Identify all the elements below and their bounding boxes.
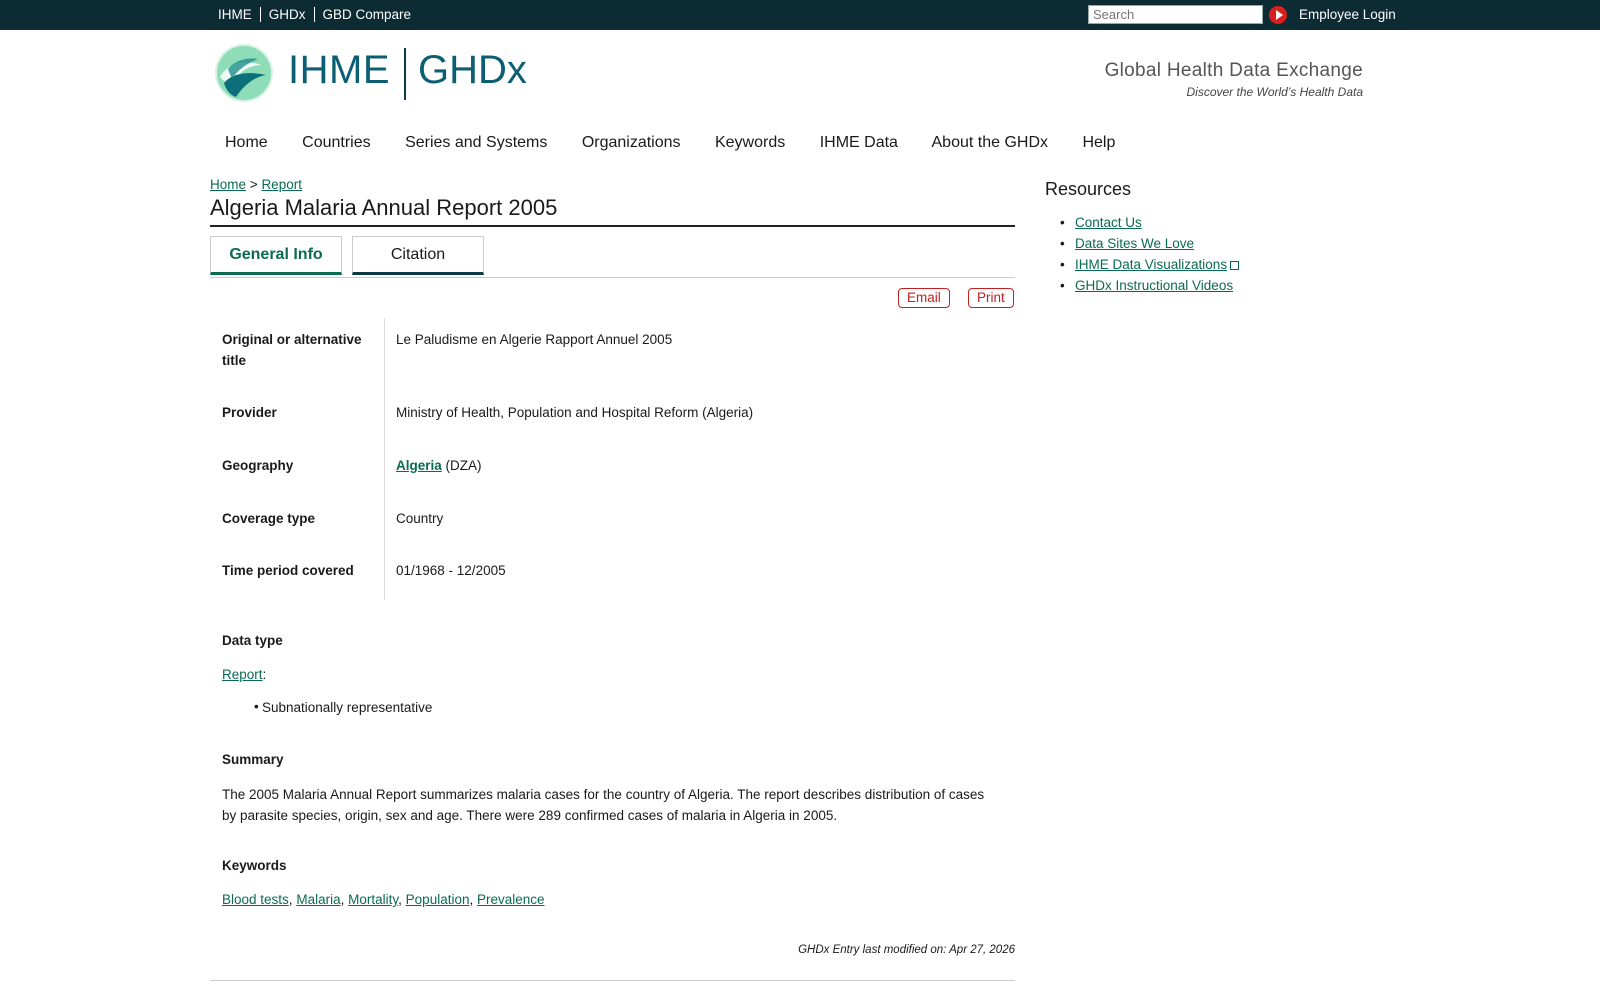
nav-keywords[interactable]: Keywords: [715, 134, 785, 151]
data-sites-link[interactable]: Data Sites We Love: [1075, 236, 1194, 251]
nav-ihme-data[interactable]: IHME Data: [820, 134, 898, 151]
data-type-heading: Data type: [222, 633, 283, 648]
print-button[interactable]: Print: [968, 288, 1014, 308]
info-label: Geography: [222, 458, 294, 473]
top-links: IHME GHDx GBD Compare: [218, 7, 411, 22]
nav-home[interactable]: Home: [225, 134, 268, 151]
last-modified-text: GHDx Entry last modified on: Apr 27, 202…: [798, 944, 1015, 956]
nav-countries[interactable]: Countries: [302, 134, 370, 151]
resources-title: Resources: [1045, 179, 1132, 199]
nav-help[interactable]: Help: [1082, 134, 1115, 151]
keyword-separator: ,: [469, 892, 474, 907]
keywords-heading: Keywords: [222, 858, 287, 873]
info-value: 01/1968 - 12/2005: [396, 563, 506, 578]
keyword-link[interactable]: Malaria: [296, 892, 340, 907]
breadcrumb-report-link[interactable]: Report: [261, 177, 302, 192]
data-type-bullet: Subnationally representative: [254, 699, 432, 715]
search-submit-icon[interactable]: [1269, 6, 1287, 24]
summary-heading: Summary: [222, 752, 284, 767]
resources-item: Contact Us: [1060, 212, 1239, 233]
top-utility-bar: IHME GHDx GBD Compare Employee Login: [0, 0, 1600, 30]
keyword-link[interactable]: Blood tests: [222, 892, 289, 907]
site-tagline: Global Health Data Exchange: [1104, 60, 1363, 81]
geography-link[interactable]: Algeria: [396, 458, 442, 473]
info-label: Coverage type: [222, 511, 316, 526]
top-link-ihme[interactable]: IHME: [218, 7, 252, 22]
ihme-logo-icon[interactable]: [214, 43, 274, 103]
keywords-list: Blood tests, Malaria, Mortality, Populat…: [222, 889, 545, 910]
keyword-link[interactable]: Prevalence: [477, 892, 545, 907]
nav-series-and-systems[interactable]: Series and Systems: [405, 134, 547, 151]
info-divider: [384, 318, 385, 600]
summary-text: The 2005 Malaria Annual Report summarize…: [222, 787, 985, 823]
info-label: Time period covered: [222, 563, 354, 578]
breadcrumb: Home > Report: [210, 177, 302, 192]
logo-divider: [404, 48, 406, 100]
keyword-separator: ,: [288, 892, 293, 907]
top-link-divider: [313, 7, 315, 22]
ihme-data-viz-link[interactable]: IHME Data Visualizations: [1075, 257, 1227, 272]
tab-bar: General Info Citation: [210, 236, 1015, 278]
info-value: Algeria (DZA): [396, 455, 996, 476]
data-type-report-link[interactable]: Report: [222, 667, 263, 682]
data-type-line: Report:: [222, 664, 266, 685]
email-button[interactable]: Email: [898, 288, 950, 308]
keyword-link[interactable]: Mortality: [348, 892, 398, 907]
info-label: Original or alternative title: [222, 332, 362, 368]
resources-item: Data Sites We Love: [1060, 233, 1239, 254]
info-label: Provider: [222, 405, 277, 420]
keyword-link[interactable]: Population: [406, 892, 470, 907]
nav-about[interactable]: About the GHDx: [932, 134, 1049, 151]
resources-item: IHME Data Visualizations: [1060, 254, 1240, 275]
info-value: Country: [396, 511, 444, 526]
keyword-separator: ,: [340, 892, 345, 907]
breadcrumb-separator: >: [249, 177, 258, 192]
top-link-ghdx[interactable]: GHDx: [269, 7, 306, 22]
nav-organizations[interactable]: Organizations: [582, 134, 681, 151]
main-nav: Home Countries Series and Systems Organi…: [225, 134, 1145, 152]
contact-us-link[interactable]: Contact Us: [1075, 215, 1142, 230]
top-link-gbd-compare[interactable]: GBD Compare: [323, 7, 412, 22]
bottom-divider: [210, 980, 1015, 981]
info-value: Ministry of Health, Population and Hospi…: [396, 405, 754, 420]
tab-citation[interactable]: Citation: [352, 236, 484, 275]
top-link-divider: [259, 7, 261, 22]
geography-code: (DZA): [445, 458, 482, 473]
logo-ghdx-text[interactable]: GHDx: [418, 48, 527, 93]
site-subtagline: Discover the World’s Health Data: [1186, 85, 1363, 99]
resources-list: Contact Us Data Sites We Love IHME Data …: [1060, 212, 1240, 296]
tab-general-info[interactable]: General Info: [210, 236, 342, 275]
instructional-videos-link[interactable]: GHDx Instructional Videos: [1075, 278, 1233, 293]
data-type-colon: :: [262, 667, 267, 682]
external-link-icon: [1230, 261, 1240, 270]
logo-ihme-text[interactable]: IHME: [288, 48, 390, 93]
employee-login-link[interactable]: Employee Login: [1299, 7, 1396, 22]
resources-item: GHDx Instructional Videos: [1060, 275, 1239, 296]
keyword-separator: ,: [398, 892, 402, 907]
info-value: Le Paludisme en Algerie Rapport Annuel 2…: [396, 332, 673, 347]
breadcrumb-home-link[interactable]: Home: [210, 177, 246, 192]
search-input[interactable]: [1088, 5, 1263, 24]
page-title: Algeria Malaria Annual Report 2005: [210, 195, 1015, 227]
